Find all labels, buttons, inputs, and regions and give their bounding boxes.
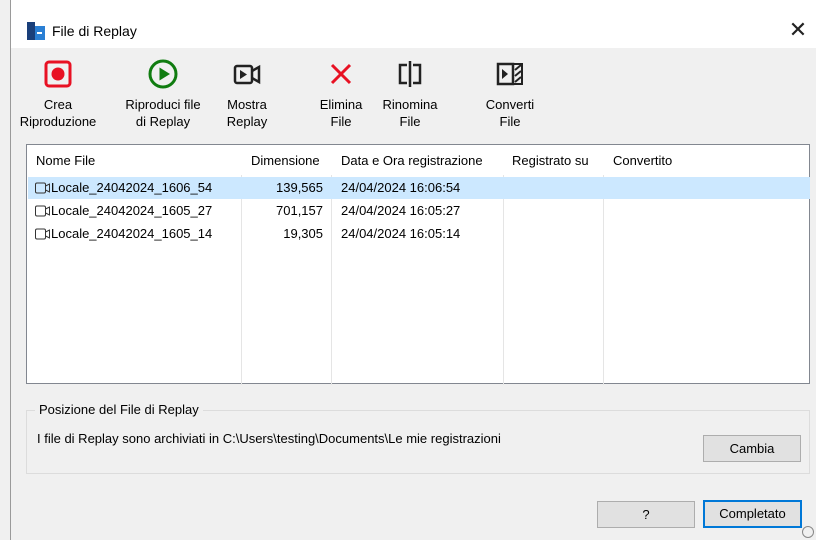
video-file-icon [35,228,50,240]
rename-file-button[interactable]: Rinomina File [375,48,445,130]
delete-x-icon [330,63,352,85]
play-replay-button[interactable]: Riproduci file di Replay [115,48,211,130]
change-location-button[interactable]: Cambia [703,435,801,462]
location-group-title: Posizione del File di Replay [35,402,203,417]
column-header-name[interactable]: Nome File [36,153,95,168]
convert-file-label: Converti [485,97,535,112]
rename-file-label: Rinomina [382,97,438,112]
rename-icon [398,61,422,87]
file-name: Locale_24042024_1605_27 [51,203,213,218]
file-name: Locale_24042024_1605_14 [51,226,213,241]
list-header: Nome File Dimensione Data e Ora registra… [27,145,809,175]
create-recording-label: Crea [43,97,73,112]
play-replay-label-2: di Replay [135,114,191,129]
record-icon [44,60,72,88]
help-button[interactable]: ? [597,501,695,528]
title-bar: File di Replay ✕ [11,0,816,48]
show-replay-button[interactable]: Mostra Replay [217,48,277,130]
window-title: File di Replay [52,23,137,39]
file-size: 139,565 [276,180,323,195]
file-datetime: 24/04/2024 16:05:27 [341,203,461,218]
video-camera-icon [233,64,261,85]
video-file-icon [35,205,50,217]
convert-file-button[interactable]: Converti File [475,48,545,130]
table-row[interactable]: Locale_24042024_1605_27 701,157 24/04/20… [28,200,810,222]
delete-file-label-2: File [330,114,352,129]
column-header-datetime[interactable]: Data e Ora registrazione [341,153,483,168]
file-datetime: 24/04/2024 16:06:54 [341,180,461,195]
play-replay-label: Riproduci file [125,97,201,112]
rename-file-label-2: File [399,114,421,129]
app-icon [27,22,45,40]
create-recording-label-2: Riproduzione [19,114,97,129]
show-replay-label-2: Replay [226,114,268,129]
table-row[interactable]: Locale_24042024_1605_14 19,305 24/04/202… [28,223,810,245]
column-header-converted[interactable]: Convertito [613,153,672,168]
table-row[interactable]: Locale_24042024_1606_54 139,565 24/04/20… [28,177,810,199]
video-file-icon [35,182,50,194]
file-size: 19,305 [283,226,323,241]
replay-files-window: File di Replay ✕ Crea Riproduzione Ripro… [0,0,816,540]
done-button[interactable]: Completato [703,500,802,528]
file-datetime: 24/04/2024 16:05:14 [341,226,461,241]
delete-file-button[interactable]: Elimina File [311,48,371,130]
toolbar: Crea Riproduzione Riproduci file di Repl… [11,48,816,144]
convert-file-label-2: File [499,114,521,129]
show-replay-label: Mostra [227,97,267,112]
column-header-registered-on[interactable]: Registrato su [512,153,589,168]
file-size: 701,157 [276,203,323,218]
file-name: Locale_24042024_1606_54 [51,180,213,195]
close-button[interactable]: ✕ [780,12,816,48]
convert-icon [496,62,523,86]
column-header-size[interactable]: Dimensione [251,153,320,168]
create-recording-button[interactable]: Crea Riproduzione [15,48,101,130]
resize-grip[interactable] [802,526,814,538]
location-path-text: I file di Replay sono archiviati in C:\U… [37,431,501,446]
delete-file-label: Elimina [319,97,363,112]
file-list[interactable]: Nome File Dimensione Data e Ora registra… [26,144,810,385]
play-icon [148,59,178,89]
